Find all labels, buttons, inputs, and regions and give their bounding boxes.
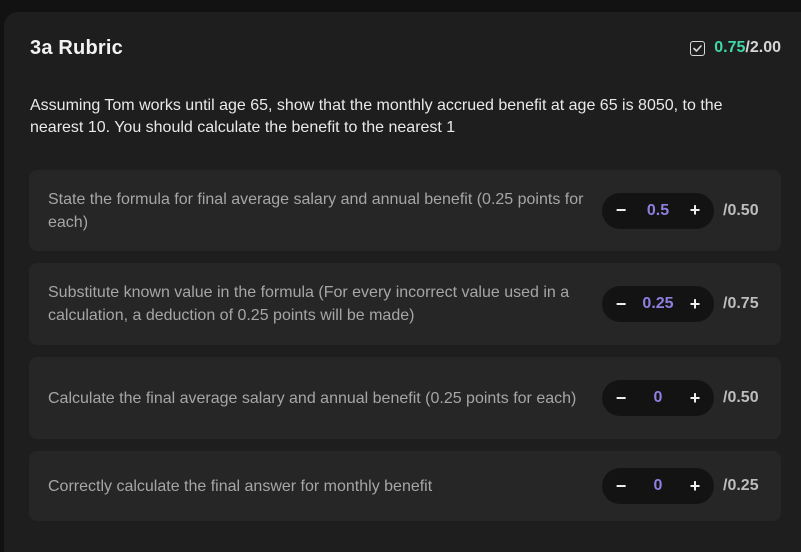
score-stepper: − 0.5 + [602,192,714,229]
increment-button[interactable]: + [688,294,702,315]
stepper-value[interactable]: 0 [654,389,663,407]
rubric-card: 3a Rubric 0.75/2.00 Assuming Tom works u… [4,12,801,552]
criterion-item: Substitute known value in the formula (F… [29,263,781,345]
score-obtained: 0.75 [714,39,746,56]
increment-button[interactable]: + [688,200,702,221]
question-text: Assuming Tom works until age 65, show th… [30,97,723,136]
criterion-max: /0.75 [723,295,759,312]
criterion-controls: − 0.25 + /0.75 [602,286,765,322]
score-summary: 0.75/2.00 [690,39,781,57]
criterion-description: Correctly calculate the final answer for… [48,477,433,495]
score-total: 2.00 [749,39,781,56]
score-stepper: − 0 + [602,380,714,416]
stepper-value[interactable]: 0.25 [642,295,673,313]
criterion-description: State the formula for final average sala… [48,190,584,231]
criterion-controls: − 0 + /0.25 [602,468,765,504]
criterion-description: Substitute known value in the formula (F… [48,284,570,324]
criterion-controls: − 0 + /0.50 [602,380,765,416]
increment-button[interactable]: + [688,476,702,497]
rubric-header: 3a Rubric 0.75/2.00 [30,34,781,62]
score-stepper: − 0 + [602,468,714,504]
checkbox-icon [690,40,706,56]
criteria-list: State the formula for final average sala… [29,170,781,533]
criterion-max: /0.25 [723,477,759,494]
decrement-button[interactable]: − [614,200,628,221]
score-stepper: − 0.25 + [602,286,714,322]
decrement-button[interactable]: − [614,476,628,497]
criterion-item: State the formula for final average sala… [29,170,781,251]
criterion-controls: − 0.5 + /0.50 [602,192,765,229]
criterion-description: Calculate the final average salary and a… [48,389,577,407]
criterion-max: /0.50 [723,389,759,406]
increment-button[interactable]: + [688,388,702,409]
stepper-value[interactable]: 0.5 [647,202,669,220]
rubric-title: 3a Rubric [30,36,123,59]
criterion-item: Correctly calculate the final answer for… [29,451,781,521]
decrement-button[interactable]: − [614,388,628,409]
stepper-value[interactable]: 0 [654,477,663,495]
criterion-max: /0.50 [723,201,759,219]
criterion-item: Calculate the final average salary and a… [29,357,781,439]
decrement-button[interactable]: − [614,294,628,315]
